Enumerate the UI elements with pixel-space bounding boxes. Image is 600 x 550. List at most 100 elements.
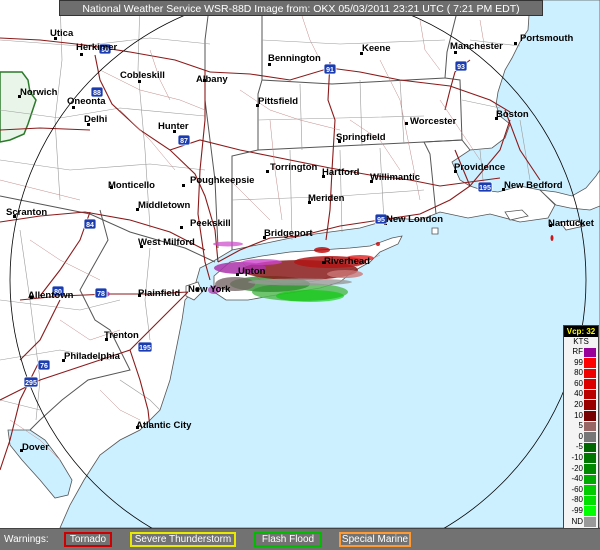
- legend-label: 5: [578, 421, 583, 431]
- svg-text:295: 295: [25, 380, 37, 387]
- svg-text:78: 78: [97, 291, 105, 298]
- legend-label: -40: [571, 474, 583, 484]
- legend-units: KTS: [573, 337, 589, 346]
- legend-label: 20: [574, 399, 583, 409]
- svg-text:76: 76: [40, 363, 48, 370]
- radar-map: 90 88 91 93 87 84 95 80 78 195 76 295 19…: [0, 0, 600, 550]
- shield-84: 84: [83, 218, 97, 230]
- legend-row: -60: [564, 485, 598, 496]
- legend-title: Vcp: 32: [564, 326, 598, 337]
- city-providence: Providence: [454, 162, 505, 173]
- legend-label: 60: [574, 378, 583, 388]
- city-nantucket: Nantucket: [548, 218, 595, 229]
- legend-row: -5: [564, 442, 598, 453]
- legend-row: 40: [564, 389, 598, 400]
- city-albany: Albany: [196, 74, 228, 85]
- svg-text:95: 95: [377, 217, 385, 224]
- city-manchester: Manchester: [450, 41, 503, 52]
- city-pittsfield: Pittsfield: [258, 96, 298, 107]
- legend-label: 0: [578, 431, 583, 441]
- legend-row: 5: [564, 421, 598, 432]
- city-utica: Utica: [50, 28, 74, 39]
- legend-label: 10: [574, 410, 583, 420]
- legend-swatch: [584, 432, 596, 442]
- city-middletown: Middletown: [138, 200, 190, 211]
- legend-swatch: [584, 474, 596, 485]
- city-scranton: Scranton: [6, 207, 47, 218]
- svg-text:84: 84: [86, 222, 94, 229]
- legend-swatch: [584, 379, 596, 389]
- legend-swatch: [584, 442, 596, 453]
- shield-91: 91: [323, 63, 337, 75]
- city-west-milford: West Milford: [138, 237, 195, 248]
- city-atlantic-city: Atlantic City: [136, 420, 192, 431]
- city-plainfield: Plainfield: [138, 288, 180, 299]
- legend-swatch: [584, 495, 596, 506]
- city-cobleskill: Cobleskill: [120, 70, 165, 81]
- warning-flash-flood: Flash Flood: [254, 532, 322, 547]
- shield-87: 87: [177, 134, 191, 146]
- legend-label: 99: [574, 357, 583, 367]
- block-island: [431, 227, 439, 235]
- city-allentown: Allentown: [28, 290, 74, 301]
- city-hartford: Hartford: [322, 167, 360, 178]
- legend-swatch: [584, 421, 596, 432]
- svg-text:195: 195: [139, 345, 151, 352]
- city-willimantic: Willimantic: [370, 172, 420, 183]
- legend-swatch: [584, 464, 596, 474]
- legend-swatch: [584, 517, 596, 527]
- city-riverhead: Riverhead: [324, 256, 370, 267]
- legend-label: -60: [571, 484, 583, 494]
- city-norwich: Norwich: [20, 87, 58, 98]
- city-springfield: Springfield: [336, 132, 386, 143]
- city-portsmouth: Portsmouth: [520, 33, 574, 44]
- shield-76: 76: [37, 359, 51, 371]
- velocity-legend: Vcp: 32 KTS RF 99 80 60 40 20 10 5 0 -5 -10 -20 -40-…: [563, 325, 599, 545]
- city-new-bedford: New Bedford: [504, 180, 563, 191]
- city-oneonta: Oneonta: [67, 96, 106, 107]
- city-delhi: Delhi: [84, 114, 107, 125]
- legend-label: -80: [571, 495, 583, 505]
- legend-label: -20: [571, 463, 583, 473]
- legend-row: 99: [564, 358, 598, 369]
- shield-195-nj: 195: [137, 341, 153, 353]
- legend-swatch: [584, 368, 596, 379]
- legend-row: RF: [564, 347, 598, 358]
- city-meriden: Meriden: [308, 193, 345, 204]
- svg-text:87: 87: [180, 138, 188, 145]
- legend-scale: RF 99 80 60 40 20 10 5 0 -5 -10 -20 -40 -60 -80 -99 ND: [564, 347, 598, 527]
- legend-row: -80: [564, 495, 598, 506]
- city-monticello: Monticello: [108, 180, 155, 191]
- legend-row: ND: [564, 517, 598, 528]
- legend-label: -5: [575, 442, 583, 452]
- legend-swatch: [584, 411, 596, 421]
- city-peekskill: Peekskill: [190, 218, 231, 229]
- radar-display: 90 88 91 93 87 84 95 80 78 195 76 295 19…: [0, 0, 600, 550]
- city-torrington: Torrington: [270, 162, 318, 173]
- city-dover: Dover: [22, 442, 49, 453]
- legend-swatch: [584, 358, 596, 368]
- legend-label: -10: [571, 452, 583, 462]
- city-new-london: New London: [386, 214, 443, 225]
- shield-195-ri: 195: [477, 181, 493, 193]
- legend-row: 60: [564, 379, 598, 390]
- warning-special-marine: Special Marine: [339, 532, 411, 547]
- legend-swatch: [584, 453, 596, 464]
- legend-row: -40: [564, 474, 598, 485]
- legend-swatch: [584, 485, 596, 495]
- warnings-bar: Warnings: Tornado Severe Thunderstorm Fl…: [0, 528, 600, 550]
- legend-row: -99: [564, 506, 598, 517]
- city-worcester: Worcester: [410, 116, 457, 127]
- shield-295: 295: [23, 376, 39, 388]
- legend-swatch: [584, 347, 596, 358]
- city-herkimer: Herkimer: [76, 42, 117, 53]
- legend-label: 80: [574, 368, 583, 378]
- legend-label: -99: [571, 505, 583, 515]
- legend-row: 80: [564, 368, 598, 379]
- legend-label: 40: [574, 389, 583, 399]
- legend-row: 0: [564, 432, 598, 443]
- legend-swatch: [584, 506, 596, 516]
- city-boston: Boston: [496, 109, 529, 120]
- legend-swatch: [584, 389, 596, 400]
- city-poughkeepsie: Poughkeepsie: [190, 175, 254, 186]
